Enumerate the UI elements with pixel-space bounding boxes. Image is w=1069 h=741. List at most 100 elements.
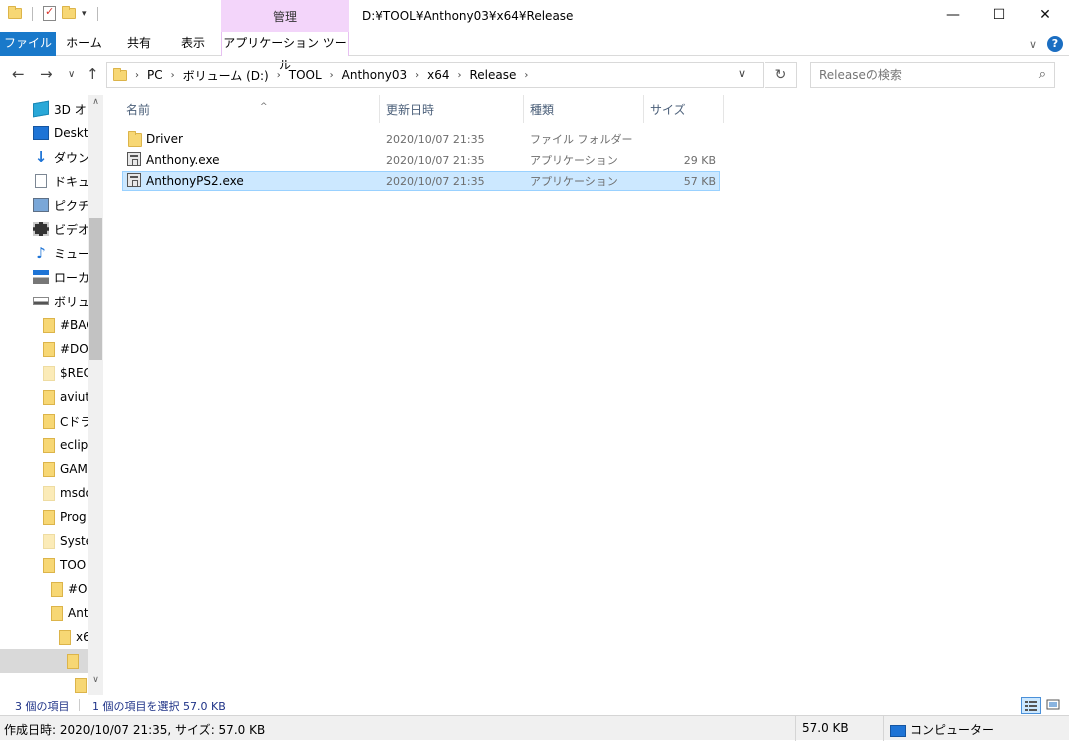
folder-icon[interactable]	[8, 6, 22, 19]
nav-item-folder[interactable]: $REC	[0, 361, 88, 385]
nav-item-folder[interactable]: Prog	[0, 505, 88, 529]
nav-item-label: Syste	[60, 534, 88, 548]
nav-item-folder[interactable]: #BAC	[0, 313, 88, 337]
nav-item-label: ローカル ディスク	[54, 270, 88, 285]
tab-file[interactable]: ファイル	[0, 32, 56, 56]
folder-icon	[43, 317, 55, 333]
nav-item-folder[interactable]: #DO	[0, 337, 88, 361]
column-header-name[interactable]: 名前 ^	[120, 95, 380, 123]
column-header-size[interactable]: サイズ	[644, 95, 724, 123]
nav-item-downloads[interactable]: ↓ ダウンロード	[0, 145, 88, 169]
nav-item-local-disk[interactable]: ローカル ディスク	[0, 265, 88, 289]
refresh-button[interactable]: ↻	[765, 62, 797, 88]
nav-item-label: ドキュメント	[54, 174, 88, 189]
nav-item-folder[interactable]: GAM	[0, 457, 88, 481]
file-date: 2020/10/07 21:35	[386, 153, 485, 167]
maximize-button[interactable]: ☐	[976, 0, 1022, 31]
nav-item-folder[interactable]: Ant	[0, 601, 88, 625]
nav-item-folder[interactable]: Cドラ	[0, 409, 88, 433]
desktop-icon	[33, 126, 49, 140]
expand-ribbon-icon[interactable]: ∨	[1029, 38, 1037, 51]
address-folder-icon	[113, 67, 127, 81]
tab-share[interactable]: 共有	[112, 32, 166, 56]
large-icons-view-button[interactable]	[1045, 697, 1063, 714]
nav-item-folder[interactable]: msdo	[0, 481, 88, 505]
details-view-button[interactable]	[1021, 697, 1041, 714]
nav-item-folder[interactable]	[0, 673, 88, 695]
folder-icon	[43, 509, 55, 525]
address-dropdown-icon[interactable]: ∨	[738, 67, 746, 80]
drive-icon	[33, 297, 49, 305]
tab-view[interactable]: 表示	[166, 32, 220, 56]
exe-icon	[127, 152, 141, 166]
file-row-anthonyps2-exe[interactable]: AnthonyPS2.exe 2020/10/07 21:35 アプリケーション…	[122, 171, 720, 191]
nav-item-music[interactable]: ♪ ミュージック	[0, 241, 88, 265]
recent-locations-icon[interactable]: ∨	[68, 69, 75, 80]
item-count: 3 個の項目	[15, 700, 70, 713]
status-divider	[79, 699, 80, 711]
address-row: ← → ∨ ↑ › PC › ボリューム (D:) › TOOL › Antho…	[0, 57, 1069, 95]
nav-item-folder[interactable]: Syste	[0, 529, 88, 553]
breadcrumb-release[interactable]: Release	[469, 68, 516, 82]
nav-item-pictures[interactable]: ピクチャ	[0, 193, 88, 217]
new-folder-icon[interactable]	[62, 6, 76, 19]
nav-item-folder[interactable]: x6	[0, 625, 88, 649]
nav-item-folder[interactable]: aviut	[0, 385, 88, 409]
file-name: Driver	[146, 132, 183, 146]
file-size: 29 KB	[683, 153, 716, 167]
nav-item-documents[interactable]: ドキュメント	[0, 169, 88, 193]
back-arrow-icon[interactable]: ←	[12, 65, 25, 83]
qat-customize-icon[interactable]: ▾	[82, 9, 87, 19]
tab-home[interactable]: ホーム	[58, 32, 110, 56]
breadcrumb-tool[interactable]: TOOL	[289, 68, 322, 82]
breadcrumb-x64[interactable]: x64	[427, 68, 449, 82]
breadcrumb-chevron-icon[interactable]: ›	[135, 70, 139, 81]
breadcrumb-chevron-icon[interactable]: ›	[277, 70, 281, 81]
nav-item-3d-objects[interactable]: 3D オブジェクト	[0, 97, 88, 121]
folder-icon	[43, 389, 55, 405]
search-box[interactable]: ⌕	[810, 62, 1055, 88]
search-icon[interactable]: ⌕	[1039, 67, 1046, 82]
close-button[interactable]: ✕	[1022, 0, 1068, 31]
window-title: D:¥TOOL¥Anthony03¥x64¥Release	[362, 9, 574, 23]
nav-item-desktop[interactable]: Desktop	[0, 121, 88, 145]
nav-scrollbar-track[interactable]	[88, 95, 103, 695]
breadcrumb-pc[interactable]: PC	[147, 68, 163, 82]
folder-icon	[75, 677, 87, 693]
breadcrumb-chevron-icon[interactable]: ›	[171, 70, 175, 81]
nav-item-volume-d[interactable]: ボリューム	[0, 289, 88, 313]
help-icon[interactable]: ?	[1047, 36, 1063, 52]
breadcrumb-chevron-icon[interactable]: ›	[524, 70, 528, 81]
nav-item-label: msdo	[60, 486, 88, 500]
column-header-type[interactable]: 種類	[524, 95, 644, 123]
search-input[interactable]	[811, 63, 1021, 87]
up-arrow-icon[interactable]: ↑	[86, 65, 99, 83]
forward-arrow-icon[interactable]: →	[40, 65, 53, 83]
nav-item-label: Prog	[60, 510, 87, 524]
nav-item-folder[interactable]: #O	[0, 577, 88, 601]
minimize-button[interactable]: —	[930, 0, 976, 31]
file-row-driver[interactable]: Driver 2020/10/07 21:35 ファイル フォルダー	[122, 129, 720, 149]
nav-scrollbar-thumb[interactable]	[89, 218, 102, 360]
nav-item-release-selected[interactable]	[0, 649, 88, 673]
3d-objects-icon	[33, 100, 49, 118]
nav-item-folder[interactable]: eclip	[0, 433, 88, 457]
nav-item-videos[interactable]: ビデオ	[0, 217, 88, 241]
breadcrumb-chevron-icon[interactable]: ›	[330, 70, 334, 81]
document-icon	[35, 174, 47, 188]
properties-icon[interactable]	[43, 5, 56, 21]
tab-application-tools[interactable]: アプリケーション ツール	[221, 32, 349, 72]
nav-item-label: ピクチャ	[54, 198, 88, 213]
address-bar[interactable]: › PC › ボリューム (D:) › TOOL › Anthony03 › x…	[106, 62, 764, 88]
scroll-down-icon[interactable]: ∨	[88, 675, 103, 691]
folder-pale-icon	[43, 365, 55, 381]
breadcrumb-anthony03[interactable]: Anthony03	[342, 68, 407, 82]
file-row-anthony-exe[interactable]: Anthony.exe 2020/10/07 21:35 アプリケーション 29…	[122, 150, 720, 170]
breadcrumb-chevron-icon[interactable]: ›	[457, 70, 461, 81]
nav-item-folder[interactable]: TOO	[0, 553, 88, 577]
breadcrumb-chevron-icon[interactable]: ›	[415, 70, 419, 81]
large-icons-view-icon	[1046, 699, 1060, 710]
column-header-date[interactable]: 更新日時	[380, 95, 524, 123]
breadcrumb-volume[interactable]: ボリューム (D:)	[183, 67, 269, 84]
scroll-up-icon[interactable]: ∧	[88, 97, 103, 113]
